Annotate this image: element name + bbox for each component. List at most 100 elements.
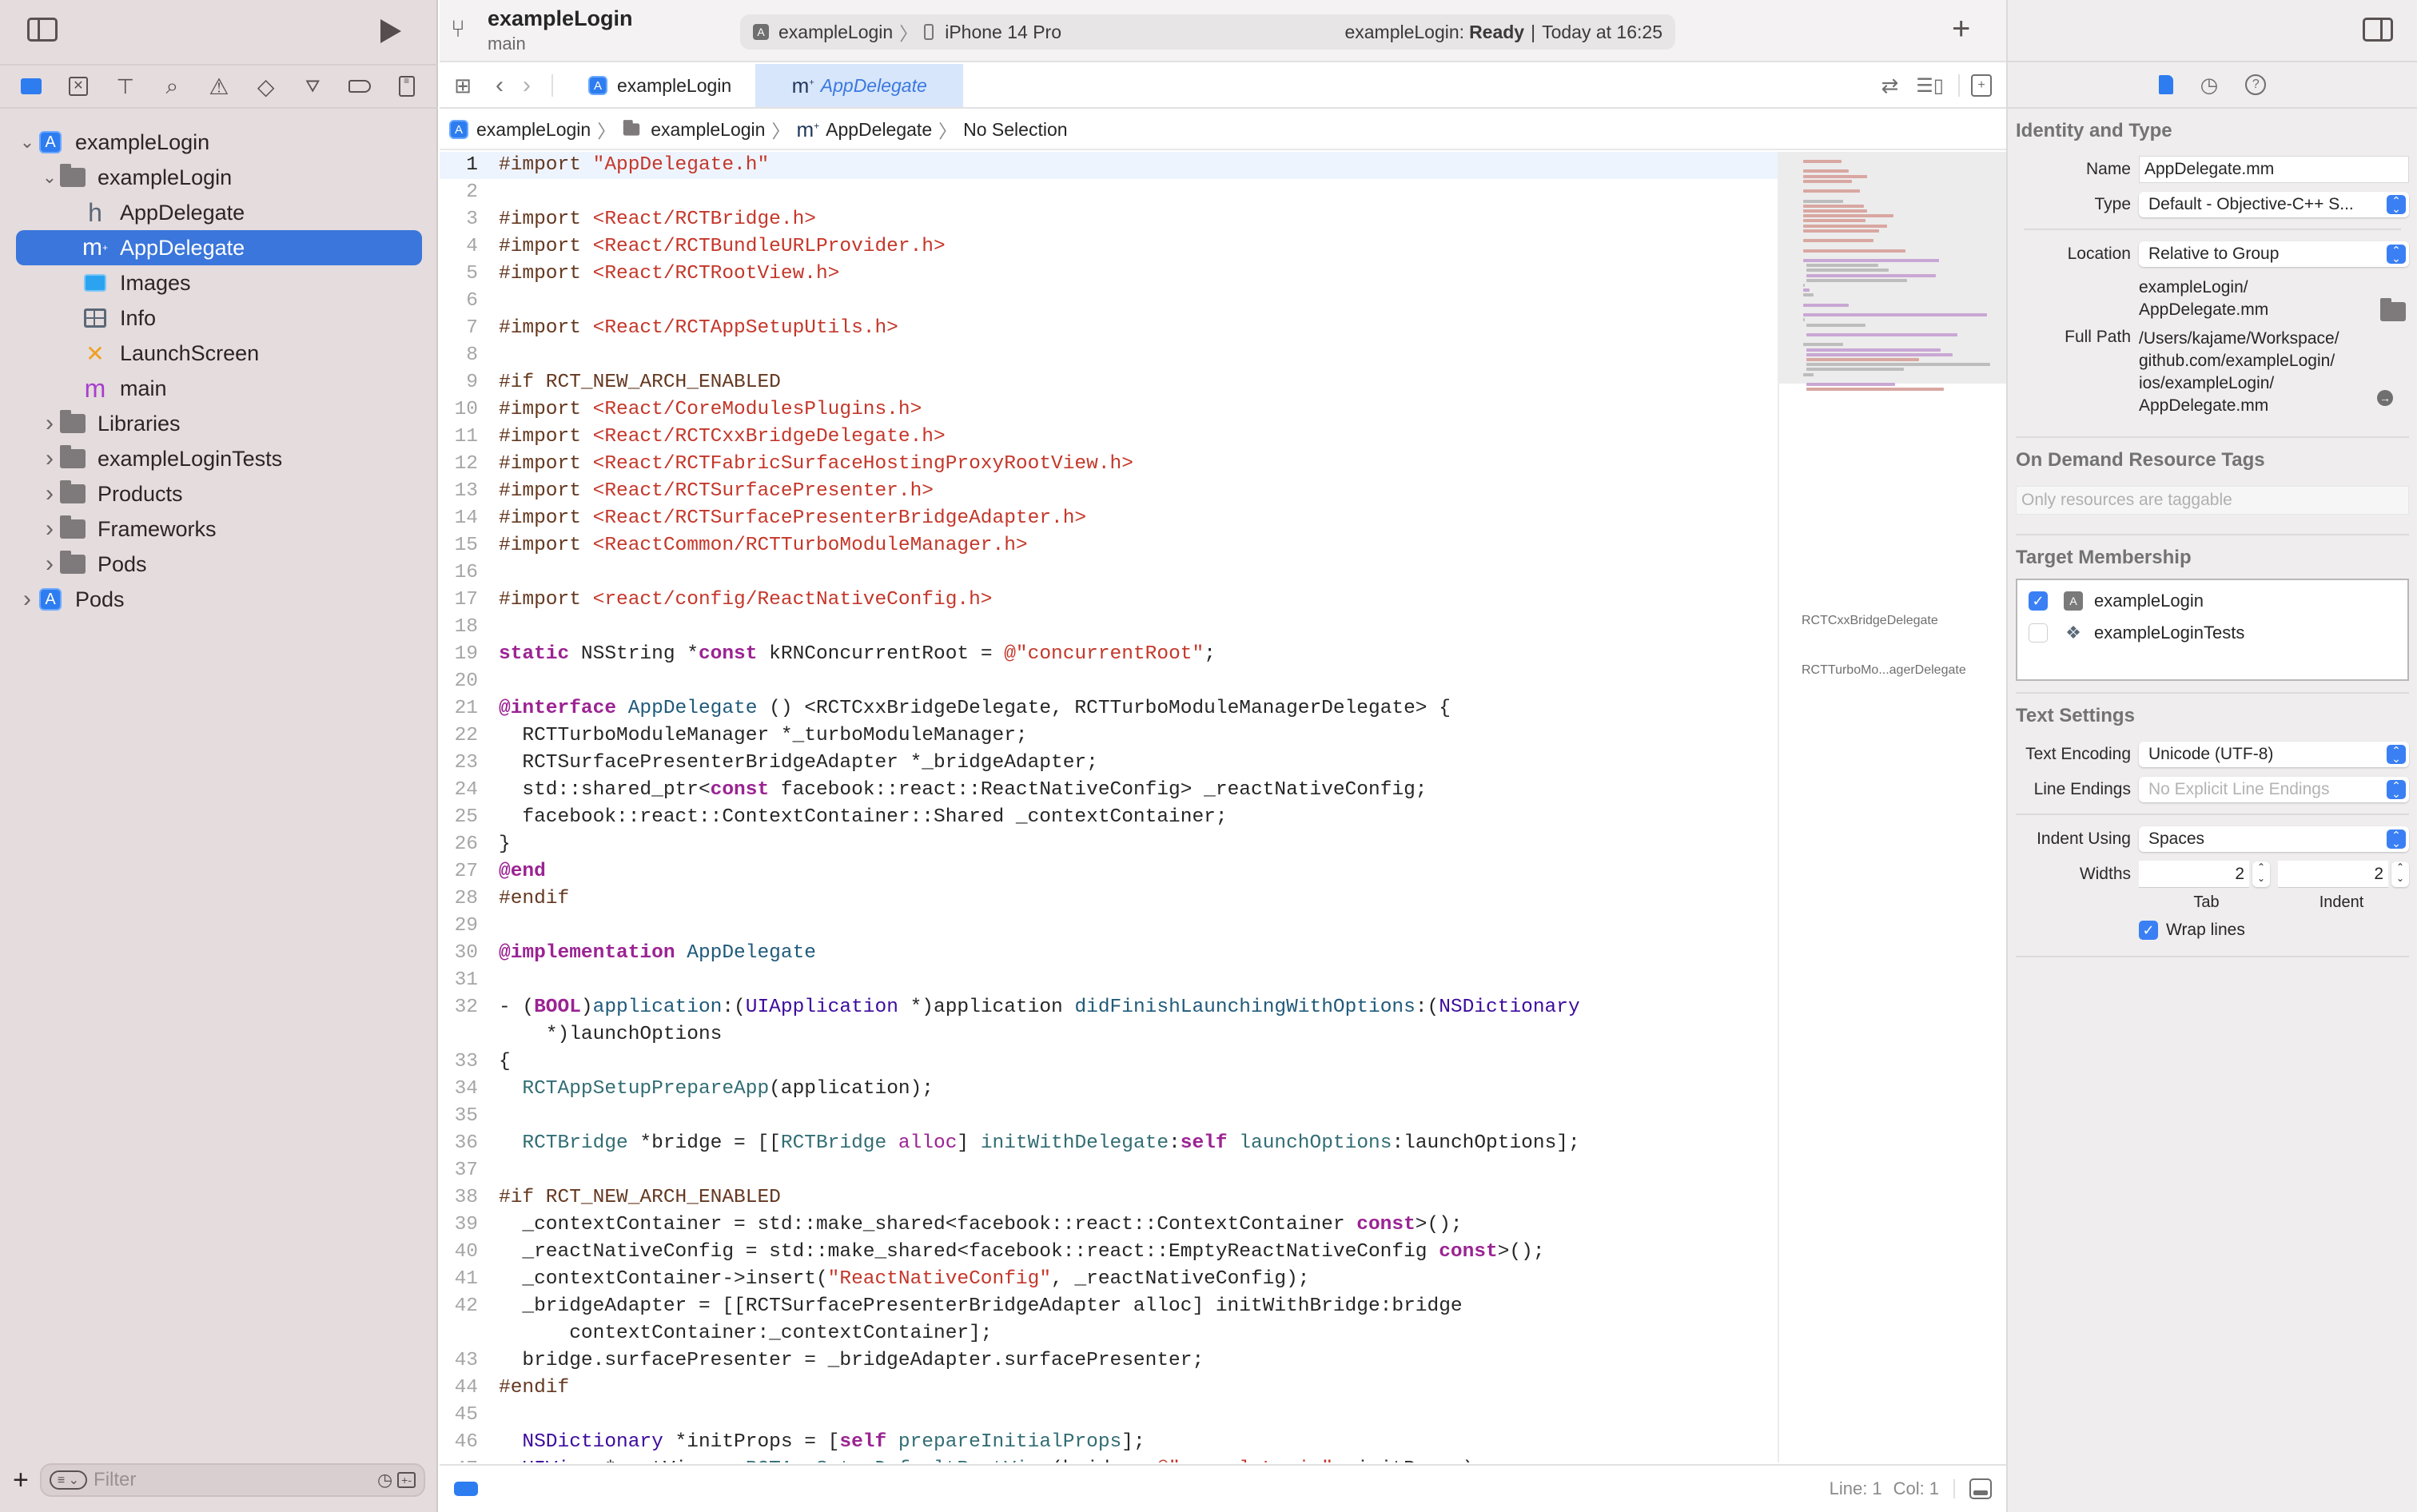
- tree-item[interactable]: › Pods: [0, 547, 438, 582]
- code-line[interactable]: 43 bridge.surfacePresenter = _bridgeAdap…: [440, 1347, 1778, 1375]
- tree-item[interactable]: ⌄ AexampleLogin: [0, 125, 438, 160]
- code-line[interactable]: 40 _reactNativeConfig = std::make_shared…: [440, 1239, 1778, 1266]
- add-editor-split-icon[interactable]: +: [1971, 74, 1992, 97]
- breadcrumb-project[interactable]: exampleLogin: [476, 119, 591, 141]
- code-line[interactable]: 6: [440, 288, 1778, 315]
- code-line[interactable]: 32- (BOOL)application:(UIApplication *)a…: [440, 994, 1778, 1048]
- line-number[interactable]: 8: [440, 342, 499, 369]
- code-line[interactable]: 27 @end: [440, 858, 1778, 885]
- tree-item[interactable]: Info: [0, 300, 438, 336]
- toggle-navigator-icon[interactable]: [27, 18, 58, 42]
- code-line[interactable]: 13 #import <React/RCTSurfacePresenter.h>: [440, 478, 1778, 505]
- code-line[interactable]: 3 #import <React/RCTBridge.h>: [440, 206, 1778, 233]
- code-line[interactable]: 5 #import <React/RCTRootView.h>: [440, 261, 1778, 288]
- location-popup[interactable]: Relative to Group ⌃ ⌄: [2139, 241, 2409, 267]
- text-encoding-popup[interactable]: Unicode (UTF-8) ⌃ ⌄: [2139, 742, 2409, 767]
- resource-tags-field[interactable]: Only resources are taggable: [2016, 486, 2409, 515]
- line-number[interactable]: 47: [440, 1456, 499, 1462]
- chevron-down-icon[interactable]: ⌄: [40, 167, 59, 188]
- tree-item[interactable]: h AppDelegate: [0, 195, 438, 230]
- code-line[interactable]: 1 #import "AppDelegate.h": [440, 152, 1778, 179]
- line-number[interactable]: 37: [440, 1157, 499, 1184]
- line-number[interactable]: 9: [440, 369, 499, 396]
- line-number[interactable]: 26: [440, 831, 499, 858]
- find-navigator-search-icon[interactable]: ⌕: [157, 72, 186, 101]
- debug-area-toggle-icon[interactable]: [454, 1482, 478, 1496]
- tree-item[interactable]: ⌄ exampleLogin: [0, 160, 438, 195]
- tree-item[interactable]: m main: [0, 371, 438, 406]
- code-line[interactable]: 41 _contextContainer->insert("ReactNativ…: [440, 1266, 1778, 1293]
- back-chevron-icon[interactable]: ‹: [486, 72, 513, 99]
- filter-options-icon[interactable]: ≡ ⌄: [49, 1470, 88, 1490]
- source-control-tab-icon[interactable]: ✕: [64, 72, 93, 101]
- line-number[interactable]: 11: [440, 424, 499, 451]
- line-number[interactable]: 46: [440, 1429, 499, 1456]
- editor-options-icon[interactable]: ☰▯: [1916, 74, 1944, 97]
- symbol-navigator-tab-icon[interactable]: ⊤: [111, 72, 140, 101]
- swap-arrows-icon[interactable]: ⇄: [1881, 74, 1898, 98]
- tree-item[interactable]: › Products: [0, 476, 438, 511]
- line-number[interactable]: 6: [440, 288, 499, 315]
- minimap-label[interactable]: RCTTurboMo...agerDelegate: [1802, 663, 1966, 678]
- breakpoint-navigator-tag-icon[interactable]: [345, 72, 374, 101]
- code-line[interactable]: 18: [440, 614, 1778, 641]
- line-number[interactable]: 40: [440, 1239, 499, 1266]
- code-line[interactable]: 11 #import <React/RCTCxxBridgeDelegate.h>: [440, 424, 1778, 451]
- line-number[interactable]: 44: [440, 1375, 499, 1402]
- line-number[interactable]: 1: [440, 152, 499, 179]
- project-navigator-tab-folder-icon[interactable]: [17, 72, 46, 101]
- code-line[interactable]: 30 @implementation AppDelegate: [440, 940, 1778, 967]
- forward-chevron-icon[interactable]: ›: [513, 72, 540, 99]
- code-line[interactable]: 31: [440, 967, 1778, 994]
- code-line[interactable]: 7 #import <React/RCTAppSetupUtils.h>: [440, 315, 1778, 342]
- chevron-right-icon[interactable]: ›: [40, 410, 59, 437]
- tree-item[interactable]: › exampleLoginTests: [0, 441, 438, 476]
- line-number[interactable]: 7: [440, 315, 499, 342]
- run-button[interactable]: [380, 19, 401, 43]
- tree-item[interactable]: › A Pods: [0, 582, 438, 617]
- chevron-right-icon[interactable]: ›: [40, 480, 59, 507]
- code-line[interactable]: 29: [440, 913, 1778, 940]
- add-file-plus-icon[interactable]: +: [13, 1465, 29, 1496]
- code-line[interactable]: 9 #if RCT_NEW_ARCH_ENABLED: [440, 369, 1778, 396]
- line-number[interactable]: 45: [440, 1402, 499, 1429]
- code-line[interactable]: 47 UIView *rootView = RCTAppSetupDefault…: [440, 1456, 1778, 1462]
- line-number[interactable]: 12: [440, 451, 499, 478]
- code-line[interactable]: 17 #import <react/config/ReactNativeConfi…: [440, 587, 1778, 614]
- breadcrumb-symbol[interactable]: No Selection: [963, 119, 1067, 141]
- code-line[interactable]: 46 NSDictionary *initProps = [self prepa…: [440, 1429, 1778, 1456]
- code-line[interactable]: 42 _bridgeAdapter = [[RCTSurfacePresente…: [440, 1293, 1778, 1347]
- line-number[interactable]: 32: [440, 994, 499, 1048]
- target-checkbox[interactable]: [2029, 623, 2048, 643]
- issue-navigator-warning-icon[interactable]: ⚠: [205, 72, 233, 101]
- filter-field[interactable]: ≡ ⌄ Filter ◷ +-: [39, 1463, 425, 1497]
- line-number[interactable]: 31: [440, 967, 499, 994]
- code-line[interactable]: 12 #import <React/RCTFabricSurfaceHosting…: [440, 451, 1778, 478]
- code-line[interactable]: 38 #if RCT_NEW_ARCH_ENABLED: [440, 1184, 1778, 1212]
- code-line[interactable]: 35: [440, 1103, 1778, 1130]
- code-line[interactable]: 10 #import <React/CoreModulesPlugins.h>: [440, 396, 1778, 424]
- test-navigator-diamond-icon[interactable]: ◇: [252, 72, 281, 101]
- hide-debug-area-icon[interactable]: [1969, 1478, 1992, 1499]
- breadcrumb-file[interactable]: AppDelegate: [826, 119, 932, 141]
- source-editor[interactable]: 1 #import "AppDelegate.h" 2 3 #import <React…: [440, 152, 1778, 1462]
- file-inspector-tab-document-icon[interactable]: [2158, 75, 2173, 94]
- code-line[interactable]: 33{: [440, 1048, 1778, 1076]
- chevron-right-icon[interactable]: ›: [18, 586, 37, 613]
- wrap-lines-checkbox[interactable]: ✓: [2139, 921, 2158, 940]
- line-number[interactable]: 23: [440, 750, 499, 777]
- tab-width-field[interactable]: 2: [2139, 861, 2249, 888]
- code-line[interactable]: 22 RCTTurboModuleManager *_turboModuleMa…: [440, 722, 1778, 750]
- line-number[interactable]: 43: [440, 1347, 499, 1375]
- line-number[interactable]: 24: [440, 777, 499, 804]
- line-number[interactable]: 27: [440, 858, 499, 885]
- line-number[interactable]: 16: [440, 559, 499, 587]
- code-line[interactable]: 39 _contextContainer = std::make_shared<…: [440, 1212, 1778, 1239]
- editor-tab[interactable]: m+ AppDelegate: [755, 64, 964, 107]
- target-checkbox[interactable]: ✓: [2029, 591, 2048, 611]
- code-line[interactable]: 19 static NSString *const kRNConcurrentRo…: [440, 641, 1778, 668]
- indent-width-stepper[interactable]: ⌃ ⌄: [2391, 861, 2409, 887]
- line-number[interactable]: 19: [440, 641, 499, 668]
- tree-item[interactable]: › Frameworks: [0, 511, 438, 547]
- tree-item[interactable]: Images: [0, 265, 438, 300]
